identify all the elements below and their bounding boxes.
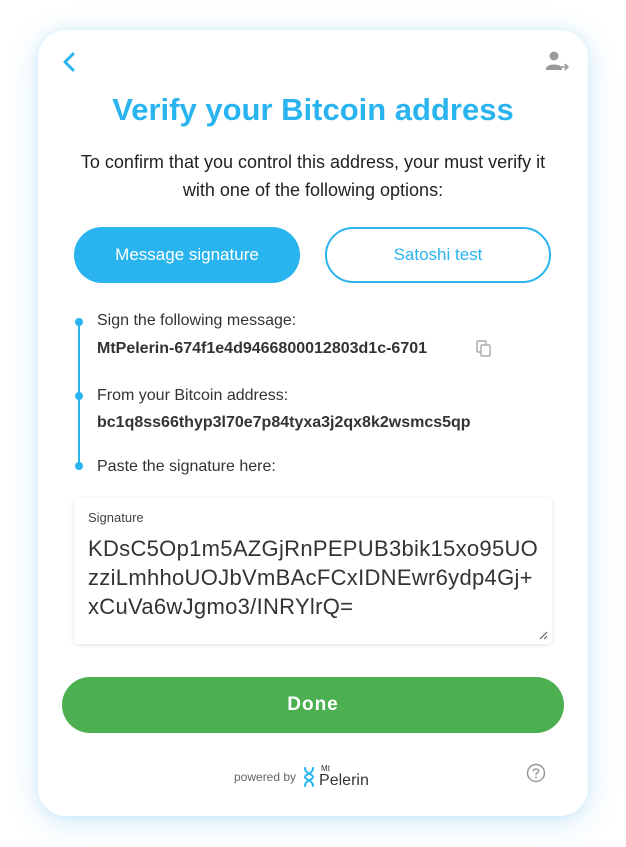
copy-icon bbox=[476, 340, 491, 357]
brand-name: Pelerin bbox=[319, 772, 369, 789]
tab-message-signature[interactable]: Message signature bbox=[74, 227, 300, 283]
copy-button[interactable] bbox=[476, 340, 492, 358]
verify-card: Verify your Bitcoin address To confirm t… bbox=[38, 30, 588, 816]
sign-message-label: Sign the following message: bbox=[97, 312, 297, 329]
powered-by[interactable]: powered by Mt Pelerin bbox=[234, 762, 369, 792]
page-subtitle: To confirm that you control this address… bbox=[80, 152, 546, 200]
resize-handle-icon[interactable] bbox=[539, 631, 548, 640]
powered-by-text: powered by bbox=[234, 770, 297, 784]
mt-pelerin-logo-icon bbox=[304, 767, 315, 787]
chevron-left-icon bbox=[63, 52, 75, 72]
question-circle-icon bbox=[526, 763, 546, 783]
back-button[interactable] bbox=[58, 50, 82, 74]
user-arrow-icon bbox=[546, 51, 569, 71]
signature-input[interactable]: KDsC5Op1m5AZGjRnPEPUB3bik15xo95UOzziLmhh… bbox=[88, 534, 544, 634]
address-label: From your Bitcoin address: bbox=[97, 387, 289, 404]
timeline-dot bbox=[75, 462, 83, 470]
brand: Mt Pelerin bbox=[319, 765, 369, 789]
message-value: MtPelerin-674f1e4d9466800012803d1c-6701 bbox=[97, 340, 428, 357]
tab-satoshi-test[interactable]: Satoshi test bbox=[325, 227, 551, 283]
account-button[interactable] bbox=[544, 50, 570, 74]
signature-field: Signature KDsC5Op1m5AZGjRnPEPUB3bik15xo9… bbox=[74, 498, 552, 644]
timeline-dot bbox=[75, 318, 83, 326]
page-title: Verify your Bitcoin address bbox=[112, 92, 514, 127]
timeline-dot bbox=[75, 392, 83, 400]
signature-field-label: Signature bbox=[88, 510, 144, 525]
done-button[interactable]: Done bbox=[62, 677, 564, 733]
paste-signature-label: Paste the signature here: bbox=[97, 458, 276, 475]
address-value: bc1q8ss66thyp3l70e7p84tyxa3j2qx8k2wsmcs5… bbox=[97, 414, 471, 431]
help-button[interactable] bbox=[526, 763, 546, 783]
